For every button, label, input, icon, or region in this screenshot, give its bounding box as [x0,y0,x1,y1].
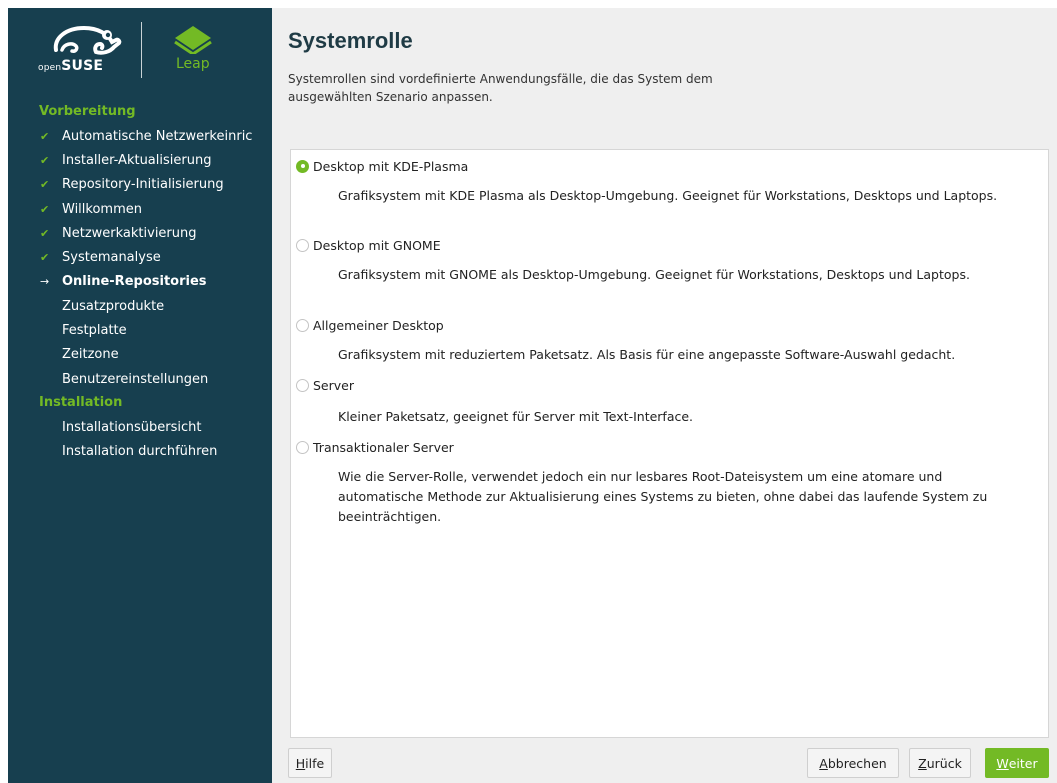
nav-item-label: Repository-Initialisierung [62,177,224,193]
nav-item-label: Online-Repositories [62,274,207,290]
role-label[interactable]: Desktop mit KDE-Plasma [313,159,468,174]
role-label[interactable]: Desktop mit GNOME [313,238,441,253]
nav-item: Installationsübersicht [8,415,272,439]
system-role-panel: Desktop mit KDE-Plasma Grafiksystem mit K… [290,149,1049,738]
radio-button[interactable] [296,440,309,454]
nav-item: ✔ Willkommen [8,197,272,221]
nav-item: Zusatzprodukte [8,294,272,318]
nav-item-label: Installationsübersicht [62,419,202,435]
nav-item: ✔ Automatische Netzwerkeinric [8,124,272,148]
nav-item-label: Willkommen [62,201,142,217]
help-button[interactable]: Hilfe [288,748,332,778]
arrow-right-icon: → [40,275,50,289]
page-description: Systemrollen sind vordefinierte Anwendun… [288,72,713,104]
nav-item-label: Festplatte [62,323,127,339]
nav-item: Festplatte [8,318,272,342]
back-button[interactable]: Zurück [909,748,971,778]
nav-item-label: Zusatzprodukte [62,298,165,314]
nav-item: ✔ Installer-Aktualisierung [8,148,272,172]
leap-logo-icon [174,26,212,54]
nav-item: ✔ Systemanalyse [8,245,272,269]
nav-item: Benutzereinstellungen [8,367,272,391]
nav-section-title: Installation [39,395,123,411]
page-title: Systemrolle [288,28,413,53]
nav-item: ✔ Repository-Initialisierung [8,173,272,197]
sidebar: openSUSE Leap Vorbereitung ✔ Automatische … [8,8,272,783]
opensuse-wordmark: openSUSE [38,58,104,74]
checkmark-icon: ✔ [40,153,50,167]
nav-section-title: Vorbereitung [39,104,136,119]
checkmark-icon: ✔ [40,178,50,192]
checkmark-icon: ✔ [40,251,50,265]
nav-item-label: Systemanalyse [62,250,161,266]
checkmark-icon: ✔ [40,129,50,143]
nav-item-label: Benutzereinstellungen [62,371,209,387]
role-option[interactable]: Desktop mit GNOME [296,235,441,255]
role-option[interactable]: Server [296,375,354,395]
role-label[interactable]: Allgemeiner Desktop [313,318,444,333]
nav-item: → Online-Repositories [8,270,272,294]
checkmark-icon: ✔ [40,202,50,216]
role-label[interactable]: Transaktionaler Server [313,440,454,455]
role-description: Wie die Server-Rolle, verwendet jedoch e… [338,469,988,524]
install-steps-nav: Vorbereitung ✔ Automatische Netzwerkeinric… [8,100,272,464]
checkmark-icon: ✔ [40,226,50,240]
role-label[interactable]: Server [313,378,354,393]
nav-item-label: Installation durchführen [62,444,218,460]
logo-area: openSUSE Leap [8,8,272,98]
logo-divider [141,22,142,78]
nav-item-label: Zeitzone [62,347,119,363]
abort-button[interactable]: Abbrechen [807,748,899,778]
main-content: Systemrolle Systemrollen sind vordefinie… [272,8,1057,783]
role-option[interactable]: Transaktionaler Server [296,437,454,457]
nav-item-label: Installer-Aktualisierung [62,152,212,168]
role-description: Grafiksystem mit reduziertem Paketsatz. … [338,347,956,362]
next-button[interactable]: Weiter [985,748,1049,778]
radio-button[interactable] [296,318,309,332]
leap-wordmark: Leap [176,56,210,72]
nav-item: ✔ Netzwerkaktivierung [8,221,272,245]
opensuse-chameleon-icon [53,25,122,55]
role-description: Grafiksystem mit GNOME als Desktop-Umgeb… [338,267,970,282]
role-option[interactable]: Allgemeiner Desktop [296,315,444,335]
role-description: Grafiksystem mit KDE Plasma als Desktop-… [338,188,998,203]
nav-item: Installation durchführen [8,440,272,464]
radio-button[interactable] [296,378,309,392]
role-option[interactable]: Desktop mit KDE-Plasma [296,156,468,176]
nav-item-label: Automatische Netzwerkeinric [62,128,253,144]
role-description: Kleiner Paketsatz, geeignet für Server m… [338,409,694,424]
radio-button[interactable] [296,159,309,173]
nav-item: Zeitzone [8,343,272,367]
nav-item-label: Netzwerkaktivierung [62,225,197,241]
radio-button[interactable] [296,238,309,252]
